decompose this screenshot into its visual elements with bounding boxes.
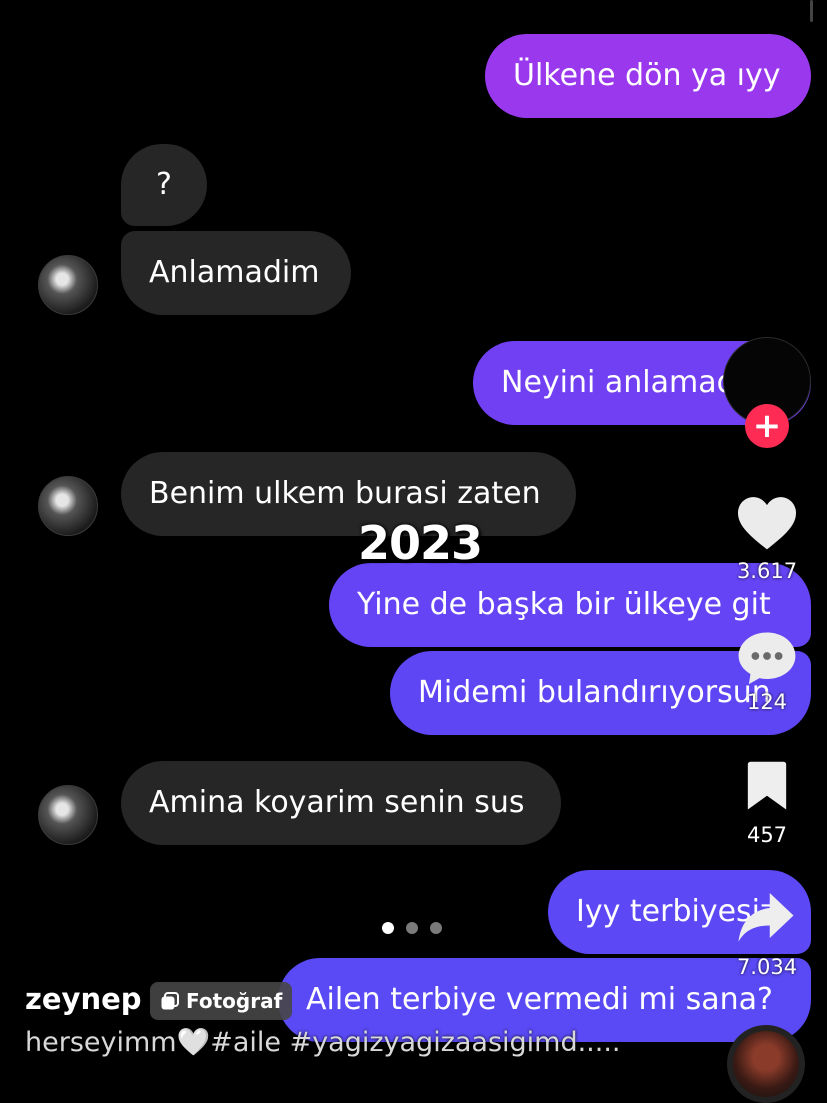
carousel-dot[interactable] bbox=[406, 922, 418, 934]
photo-tag-label: Fotoğraf bbox=[186, 989, 283, 1013]
carousel-dot-active[interactable] bbox=[382, 922, 394, 934]
message-received: Benim ulkem burasi zaten bbox=[121, 452, 576, 536]
avatar[interactable] bbox=[38, 255, 98, 315]
share-count: 7.034 bbox=[736, 955, 798, 979]
comment-count: 124 bbox=[746, 690, 788, 714]
message-sent: Ülkene dön ya ıyy bbox=[485, 34, 811, 118]
carousel-indicator bbox=[382, 922, 442, 934]
username[interactable]: zeynep bbox=[25, 982, 142, 1016]
message-received: Anlamadim bbox=[121, 231, 351, 315]
save-count: 457 bbox=[746, 823, 788, 847]
message-received: ? bbox=[121, 144, 207, 226]
follow-button[interactable]: + bbox=[745, 404, 789, 448]
plus-icon: + bbox=[752, 406, 782, 446]
photo-icon bbox=[161, 992, 179, 1010]
like-count: 3.617 bbox=[736, 559, 798, 583]
share-icon[interactable] bbox=[736, 890, 796, 946]
heart-icon[interactable] bbox=[735, 494, 799, 552]
avatar[interactable] bbox=[38, 785, 98, 845]
music-disc-icon[interactable] bbox=[727, 1025, 805, 1103]
caption[interactable]: herseyimm🤍#aile #yagizyagizaasigimd..... bbox=[25, 1026, 621, 1058]
photo-tag: Fotoğraf bbox=[150, 982, 293, 1020]
carousel-dot[interactable] bbox=[430, 922, 442, 934]
year-overlay-text: 2023 bbox=[358, 516, 483, 570]
message-received: Amina koyarim senin sus bbox=[121, 761, 561, 845]
bookmark-icon[interactable] bbox=[744, 760, 790, 812]
scroll-indicator bbox=[810, 0, 813, 22]
comment-icon[interactable] bbox=[736, 628, 798, 686]
avatar[interactable] bbox=[38, 476, 98, 536]
